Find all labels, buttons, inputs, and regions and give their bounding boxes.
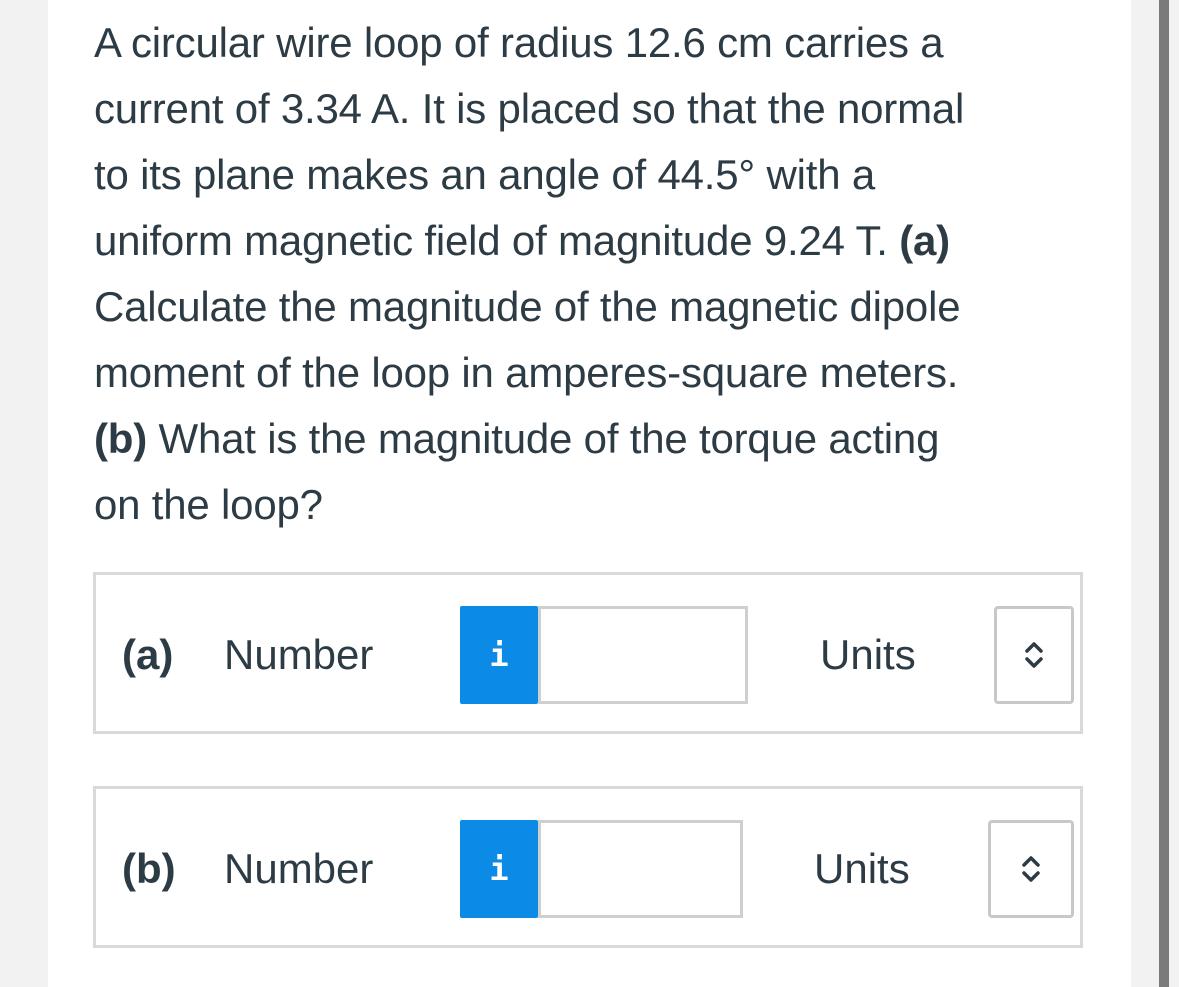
question-panel: A circular wire loop of radius 12.6 cm c… — [48, 0, 1131, 987]
chevron-up-down-icon — [1022, 856, 1040, 882]
question-line: (b) What is the magnitude of the torque … — [94, 406, 1084, 472]
chevron-up-down-icon — [1025, 642, 1043, 668]
units-label-a: Units — [820, 631, 916, 678]
question-line: on the loop? — [94, 481, 323, 528]
units-select-b[interactable] — [988, 820, 1074, 918]
number-input-b[interactable] — [538, 820, 743, 918]
part-label-b: (b) — [122, 845, 176, 892]
question-line: Calculate the magnitude of the magnetic … — [94, 283, 961, 330]
number-label-b: Number — [224, 845, 374, 892]
question-line: uniform magnetic field of magnitude 9.24… — [94, 208, 1084, 274]
question-text: A circular wire loop of radius 12.6 cm c… — [94, 10, 1084, 538]
units-select-a[interactable] — [994, 606, 1074, 704]
question-line: to its plane makes an angle of 44.5° wit… — [94, 151, 876, 198]
info-button-a[interactable]: i — [460, 606, 538, 704]
part-label-a: (a) — [122, 631, 174, 678]
answer-row-b: (b) Number i Units — [93, 786, 1083, 948]
part-b-marker: (b) — [94, 415, 148, 462]
number-label-a: Number — [224, 631, 374, 678]
question-line: moment of the loop in amperes-square met… — [94, 349, 959, 396]
question-line-text: What is the magnitude of the torque acti… — [147, 415, 940, 462]
question-line-text: uniform magnetic field of magnitude 9.24… — [94, 217, 900, 264]
question-line: A circular wire loop of radius 12.6 cm c… — [94, 19, 944, 66]
info-button-b[interactable]: i — [460, 820, 538, 918]
info-icon: i — [489, 636, 509, 674]
answer-row-a: (a) Number i Units — [93, 572, 1083, 734]
scrollbar[interactable] — [1159, 0, 1169, 987]
number-input-a[interactable] — [538, 606, 748, 704]
info-icon: i — [489, 850, 509, 888]
units-label-b: Units — [814, 845, 910, 892]
question-line: current of 3.34 A. It is placed so that … — [94, 85, 965, 132]
part-a-marker: (a) — [899, 217, 950, 264]
